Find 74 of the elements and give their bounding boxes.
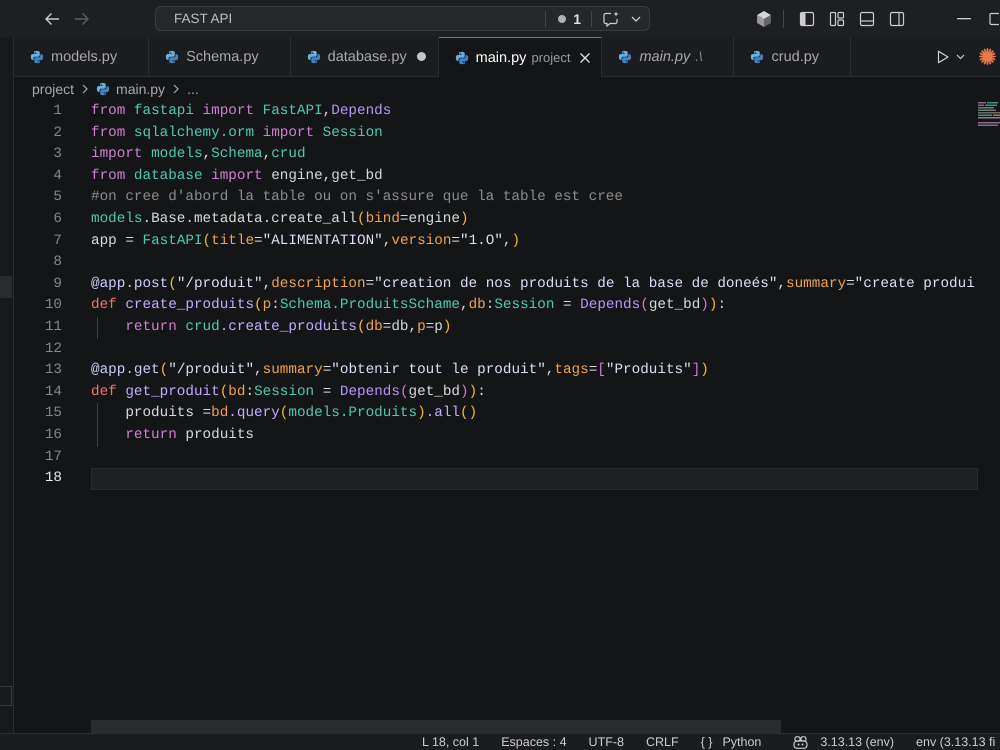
language-mode[interactable]: Python [722,735,762,749]
tab-description: .\ [695,49,702,64]
line-number: 17 [44,448,62,466]
line-number: 3 [52,145,62,164]
line-number: 16 [44,426,62,445]
tab[interactable]: database.py [290,37,439,76]
code-line: import models,Schema,crud [91,145,306,164]
cube-icon[interactable] [757,10,771,26]
layout-icon[interactable] [829,10,845,26]
chevron-down-icon[interactable] [631,16,641,22]
dot-icon [558,14,566,22]
minimap-drawing[interactable] [978,101,1000,127]
line-number: 4 [52,166,62,186]
line-number: 11 [44,318,62,337]
panel-bottom-icon[interactable] [859,10,875,26]
cursor-position[interactable]: L 18, col 1 [422,735,480,749]
minimize-icon[interactable] [957,18,971,20]
tab-description: project [531,50,570,65]
robot-icon[interactable] [793,736,808,748]
python-file-icon [750,50,764,64]
breadcrumb-item[interactable]: main.py [116,81,166,97]
line-number: 2 [52,124,62,143]
restore-icon[interactable] [989,12,999,26]
line-number: 5 [52,188,62,208]
python-file-icon [30,50,44,64]
arrow-left-icon[interactable] [44,12,60,26]
horizontal-scrollbar[interactable] [91,720,781,733]
braces-icon[interactable]: { } [700,735,712,749]
code-line: from fastapi import FastAPI,Depends [91,102,392,121]
line-number: 7 [52,232,62,251]
play-icon[interactable] [937,50,949,64]
close-icon[interactable] [579,52,592,64]
python-file-icon [454,50,469,64]
line-number: 13 [44,361,62,380]
encoding-setting[interactable]: UTF-8 [588,735,624,749]
python-file-icon [306,50,321,64]
code-line: app = FastAPI(title="ALIMENTATION",version="1.O",) [91,232,520,251]
code-line: models.Base.metadata.create_all(bind=engine) [91,210,469,229]
line-number: 12 [44,340,62,359]
code-line: from database import engine,get_bd [91,166,383,186]
code-line: def create_produits(p:Schema.ProduitsSchame,db:Session = Depends(get_bd)): [91,296,726,316]
python-file-icon [96,82,110,96]
breadcrumb-item[interactable]: project [32,81,74,97]
chevron-right-icon [173,84,180,94]
line-number: 9 [52,274,62,294]
line-number: 6 [52,210,62,229]
python-file-icon [165,50,180,64]
line-number: 14 [44,382,62,402]
sidebar-left-icon[interactable] [799,10,815,26]
code-line: @app.post("/produit",description="creation de nos produits de la base de doneés",summary="create produi [91,274,975,294]
line-number: 10 [44,296,62,316]
command-center[interactable]: FAST API 1 [155,6,650,31]
code-line: #on cree d'abord la table ou on s'assure que la table est cree [91,188,623,208]
code-line: from sqlalchemy.orm import Session [91,124,383,143]
workspace-title: FAST API [174,11,234,26]
tab[interactable]: main.py project [438,37,602,77]
sidebar-right-icon[interactable] [889,10,905,26]
code-line: @app.get("/produit",summary="obtenir tout le produit",tags=["Produits"]) [91,361,709,380]
chat-sparkle-icon[interactable] [602,10,619,26]
indentation-setting[interactable]: Espaces : 4 [501,735,567,749]
line-ending-setting[interactable]: CRLF [646,735,679,749]
code-line: def get_produit(bd:Session = Depends(get_bd)): [91,382,486,402]
python-file-icon [618,50,632,64]
python-interpreter[interactable]: 3.13.13 (env) [820,735,894,749]
line-number: 8 [52,253,62,272]
line-number: 15 [44,404,62,424]
line-number: 18 [44,469,62,488]
breadcrumb-item[interactable]: ... [187,81,199,97]
environment-name[interactable]: env (3.13.13 fi [916,735,996,749]
chevron-down-icon[interactable] [956,54,965,60]
asterisk-icon[interactable] [979,48,996,65]
line-number: 1 [52,102,62,121]
chevron-right-icon [82,84,88,94]
session-count: 1 [573,10,581,26]
